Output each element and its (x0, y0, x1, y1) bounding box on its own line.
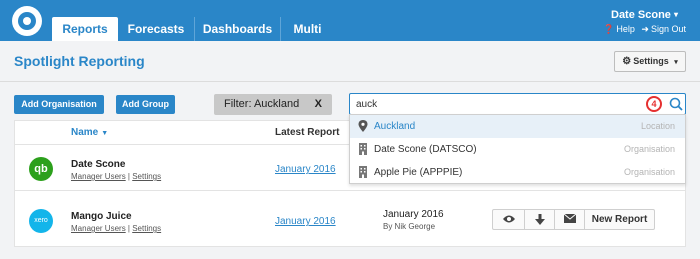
email-button[interactable] (555, 210, 585, 229)
xero-icon: xero (29, 209, 53, 233)
row-divider (15, 190, 685, 191)
building-icon (359, 143, 367, 155)
search-icon[interactable] (668, 96, 684, 112)
tab-dashboards[interactable]: Dashboards (194, 17, 280, 41)
suggestion-item[interactable]: Date Scone (DATSCO) Organisation (350, 138, 685, 161)
quickbooks-icon: qb (29, 157, 53, 181)
caret-down-icon: ▾ (673, 10, 678, 19)
eye-icon (502, 215, 515, 223)
gear-icon: ⚙ (622, 56, 632, 67)
tab-reports[interactable]: Reports (52, 17, 118, 41)
settings-button[interactable]: ⚙ Settings ▾ (614, 51, 686, 72)
column-header-latest-report: Latest Report (275, 127, 340, 138)
tab-forecasts[interactable]: Forecasts (118, 17, 194, 41)
sort-down-icon: ▼ (101, 130, 109, 137)
user-name: Date Scone (611, 9, 671, 21)
org-links: Manager Users | Settings (71, 224, 162, 233)
latest-report-author: By Nik George (383, 222, 436, 231)
caret-down-icon: ▾ (674, 59, 678, 66)
suggestion-item[interactable]: Apple Pie (APPPIE) Organisation (350, 161, 685, 184)
help-link[interactable]: Help (616, 24, 635, 34)
envelope-icon (563, 213, 576, 223)
download-arrow-icon (534, 214, 545, 225)
clear-filter-button[interactable]: X (315, 94, 322, 115)
suggestion-item[interactable]: Auckland Location (350, 115, 685, 138)
divider (0, 81, 700, 82)
sign-out-icon: ➜ (641, 24, 649, 34)
column-header-name-label: Name (71, 127, 99, 138)
settings-label: Settings (633, 56, 669, 66)
step-badge: 4 (646, 96, 662, 112)
building-icon (359, 166, 367, 178)
search-box: 4 (349, 93, 686, 115)
add-organisation-button[interactable]: Add Organisation (14, 95, 104, 114)
tab-multi[interactable]: Multi (280, 17, 334, 41)
suggestion-label: Auckland (374, 121, 416, 132)
search-input[interactable] (356, 97, 636, 112)
help-icon: ❓ (603, 24, 615, 34)
org-settings-link[interactable]: Settings (132, 224, 161, 233)
latest-report-date: January 2016 (383, 209, 444, 220)
location-pin-icon (358, 120, 368, 132)
suggestion-type: Organisation (623, 167, 675, 177)
download-button[interactable] (525, 210, 555, 229)
new-report-button[interactable]: New Report (585, 210, 654, 229)
page-title: Spotlight Reporting (14, 53, 145, 69)
column-header-name[interactable]: Name ▼ (71, 127, 108, 138)
manager-users-link[interactable]: Manager Users (71, 224, 126, 233)
suggestion-type: Location (640, 121, 675, 131)
suggestion-label: Date Scone (DATSCO) (374, 144, 477, 155)
manager-users-link[interactable]: Manager Users (71, 172, 126, 181)
org-name[interactable]: Date Scone (71, 159, 125, 170)
view-button[interactable] (493, 210, 525, 229)
app-logo[interactable] (12, 6, 42, 36)
add-group-button[interactable]: Add Group (116, 95, 175, 114)
sign-out-link[interactable]: Sign Out (651, 24, 686, 34)
top-nav-bar: Reports Forecasts Dashboards Multi Date … (0, 0, 700, 41)
row-actions: New Report (492, 209, 655, 230)
latest-report-link[interactable]: January 2016 (275, 216, 336, 227)
org-settings-link[interactable]: Settings (132, 172, 161, 181)
user-menu[interactable]: Date Scone ▾ (611, 9, 678, 21)
user-links: ❓ Help ➜ Sign Out (599, 24, 686, 35)
org-name[interactable]: Mango Juice (71, 211, 132, 222)
suggestion-label: Apple Pie (APPPIE) (374, 167, 463, 178)
search-suggestions: Auckland Location Date Scone (DATSCO) Or… (349, 114, 686, 184)
suggestion-type: Organisation (623, 144, 675, 154)
latest-report-link[interactable]: January 2016 (275, 164, 336, 175)
filter-chip: Filter: Auckland X (214, 94, 332, 115)
org-links: Manager Users | Settings (71, 172, 162, 181)
filter-label: Filter: Auckland (224, 98, 300, 110)
